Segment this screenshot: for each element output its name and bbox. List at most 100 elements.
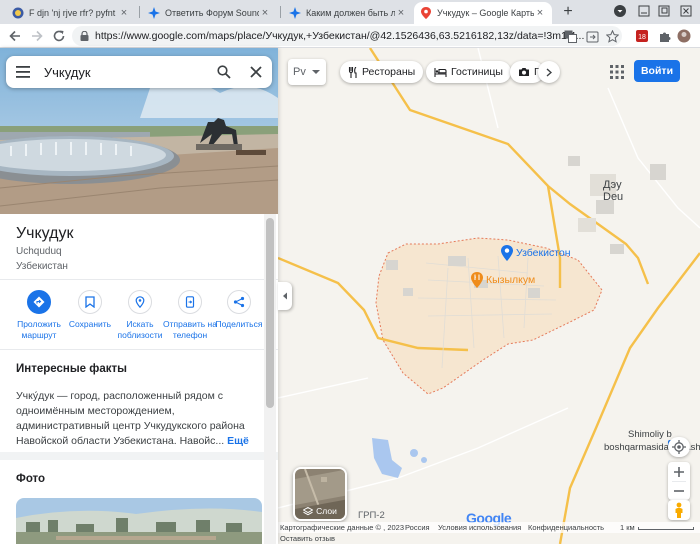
share-page-icon[interactable] [584, 28, 600, 44]
zoom-in-button[interactable] [674, 462, 684, 481]
svg-text:18: 18 [638, 34, 646, 41]
extension-badge-icon[interactable]: 18 [634, 28, 650, 44]
tab-google-maps[interactable]: Учкудук – Google Карты × [414, 2, 552, 24]
address-bar[interactable]: https://www.google.com/maps/place/Учкуду… [72, 26, 622, 46]
town-label[interactable]: Дэу Deu [603, 179, 623, 203]
camera-icon [518, 67, 530, 77]
close-icon[interactable]: × [259, 7, 271, 19]
grp-label: ГРП-2 [358, 510, 385, 521]
close-icon[interactable]: × [534, 7, 546, 19]
photos-heading: Фото [16, 473, 46, 485]
tab-title: F djn 'nj rjve rfr? pyfnt kb [29, 8, 118, 18]
zoom-out-button[interactable] [674, 482, 684, 500]
map-type-label: Рv [293, 66, 306, 78]
map-canvas[interactable]: Дэу Deu Узбекистон Кызылкум Shimoliy b bo… [278, 48, 700, 544]
close-window-icon[interactable] [678, 3, 694, 19]
search-input[interactable] [43, 64, 204, 80]
region-link[interactable]: Россия [405, 523, 430, 532]
lock-icon [80, 31, 89, 41]
close-icon[interactable]: × [118, 7, 130, 19]
tab-sound-forum[interactable]: Ответить Форум Sound Sp × [142, 2, 277, 24]
zoom-controls [668, 462, 690, 500]
divider [0, 349, 278, 350]
place-country: Узбекистан [16, 261, 68, 272]
nearby-button[interactable]: Искать поблизости [112, 290, 168, 341]
poi-uzbekistan[interactable]: Узбекистон [500, 245, 571, 261]
chip-hotels-label: Гостиницы [451, 66, 503, 78]
chip-restaurants[interactable]: Рестораны [340, 61, 424, 83]
tab-lamp[interactable]: Каким должен быть ламп × [283, 2, 413, 24]
town-name-latin: Deu [603, 191, 624, 203]
map-footer: Картографические данные © , 2023 Россия … [278, 522, 700, 544]
share-button[interactable]: Поделиться [211, 290, 267, 330]
map-data-credit[interactable]: Картографические данные © , 2023 [280, 523, 404, 532]
my-location-button[interactable] [668, 437, 690, 457]
forum-favicon [12, 7, 24, 19]
directions-label: Проложить маршрут [17, 319, 61, 340]
send-to-phone-button[interactable]: Отправить на телефон [162, 290, 218, 341]
layers-button[interactable]: Слои [293, 467, 347, 521]
close-icon[interactable] [240, 56, 272, 88]
menu-icon[interactable] [6, 56, 40, 88]
directions-button[interactable]: Проложить маршрут [11, 290, 67, 341]
terms-link[interactable]: Условия использования [438, 523, 521, 532]
nearby-icon [128, 290, 152, 314]
apps-grid-icon[interactable] [608, 63, 626, 81]
feedback-link[interactable]: Оставить отзыв [280, 534, 335, 543]
sign-in-button[interactable]: Войти [634, 60, 680, 82]
tab-title: Каким должен быть ламп [306, 8, 395, 18]
profile-dropdown-icon[interactable] [612, 3, 628, 19]
poi-marker-icon [501, 245, 513, 261]
tab-strip: F djn 'nj rjve rfr? pyfnt kb × Ответить … [0, 0, 700, 24]
poi-kyzylkum[interactable]: Кызылкум [470, 272, 535, 288]
close-icon[interactable]: × [395, 7, 407, 19]
pegman-icon [675, 502, 683, 518]
facts-heading: Интересные факты [16, 363, 127, 375]
back-icon[interactable] [6, 27, 24, 45]
place-title: Учкудук [16, 225, 74, 242]
collapse-panel-button[interactable] [278, 282, 292, 310]
photo-thumbnail[interactable] [16, 498, 262, 544]
chip-restaurants-label: Рестораны [362, 66, 416, 78]
forward-icon[interactable] [28, 27, 46, 45]
minimize-icon[interactable] [636, 3, 652, 19]
extensions-puzzle-icon[interactable] [656, 28, 672, 44]
chip-hotels[interactable]: Гостиницы [426, 61, 511, 83]
sound-spark-favicon [148, 7, 160, 19]
action-row: Проложить маршрут Сохранить Искать побли… [0, 290, 278, 346]
google-maps-favicon [420, 7, 432, 19]
new-tab-button[interactable]: + [557, 2, 579, 22]
search-icon[interactable] [208, 56, 240, 88]
scrollbar-thumb[interactable] [266, 218, 274, 408]
street-view-pegman[interactable] [668, 500, 690, 520]
place-panel: Учкудук Uchquduq Узбекистан Проложить ма… [0, 48, 278, 544]
tab-forum[interactable]: F djn 'nj rjve rfr? pyfnt kb × [6, 2, 136, 24]
layers-icon [303, 506, 314, 515]
translate-icon[interactable] [562, 28, 578, 44]
restore-icon[interactable] [656, 3, 672, 19]
map-type-button[interactable]: Рv [288, 59, 326, 85]
bookmark-star-icon[interactable] [604, 28, 620, 44]
minus-icon [674, 490, 684, 492]
restaurant-icon [348, 66, 358, 78]
town-name-ru: Дэу [603, 179, 622, 191]
scale-bar [638, 527, 694, 530]
phone-icon [178, 290, 202, 314]
save-button[interactable]: Сохранить [62, 290, 118, 330]
browser-toolbar: https://www.google.com/maps/place/Учкуду… [0, 24, 700, 48]
tab-title: Ответить Форум Sound Sp [165, 8, 259, 18]
privacy-link[interactable]: Конфиденциальность [528, 523, 604, 532]
scale-label[interactable]: 1 км [620, 523, 635, 532]
tab-title: Учкудук – Google Карты [437, 8, 534, 18]
restaurant-marker-icon [471, 272, 483, 288]
facts-body: Учку́дук — город, расположенный рядом с … [16, 390, 245, 447]
panel-scrollbar[interactable] [264, 214, 276, 544]
facts-more-link[interactable]: Ещё [227, 435, 249, 447]
bookmark-icon [78, 290, 102, 314]
profile-avatar-icon[interactable] [676, 28, 692, 44]
divider [0, 279, 278, 280]
directions-icon [27, 290, 51, 314]
share-label: Поделиться [215, 319, 263, 329]
reload-icon[interactable] [50, 27, 68, 45]
chips-next-button[interactable] [538, 61, 560, 83]
